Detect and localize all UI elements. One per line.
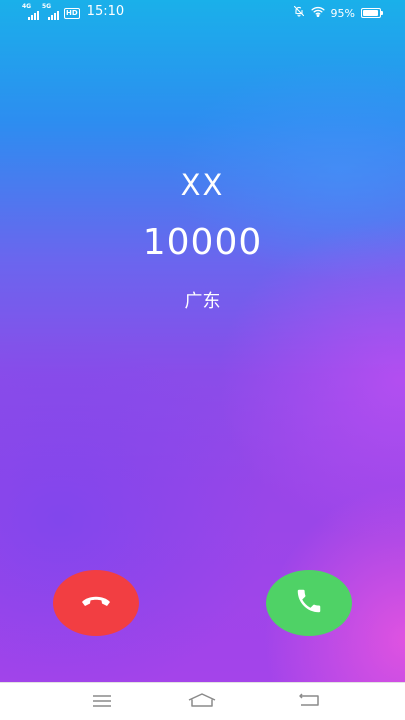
navigation-bar bbox=[0, 682, 405, 720]
status-right: 95% bbox=[293, 5, 383, 21]
decline-call-button[interactable] bbox=[53, 570, 139, 636]
sim2-signal-icon: 5G bbox=[42, 3, 59, 20]
home-nav-button[interactable] bbox=[188, 691, 216, 713]
incoming-call-screen: 4G 5G HD 15:10 95% XX 10000 广东 bbox=[0, 0, 405, 682]
sim1-signal-icon: 4G bbox=[22, 3, 39, 20]
hd-voice-icon: HD bbox=[64, 8, 80, 19]
phone-icon bbox=[294, 586, 324, 620]
menu-icon bbox=[92, 693, 112, 712]
menu-nav-button[interactable] bbox=[88, 691, 116, 713]
wifi-icon bbox=[311, 6, 325, 21]
bell-off-icon bbox=[293, 5, 305, 21]
sim2-network-label: 5G bbox=[42, 3, 52, 10]
caller-location: 广东 bbox=[184, 291, 221, 312]
status-bar: 4G 5G HD 15:10 95% bbox=[0, 0, 405, 26]
status-time: 15:10 bbox=[86, 4, 125, 19]
answer-call-button[interactable] bbox=[266, 570, 352, 636]
back-nav-button[interactable] bbox=[295, 691, 323, 713]
sim1-network-label: 4G bbox=[22, 3, 32, 10]
caller-name: XX bbox=[180, 168, 225, 202]
battery-icon bbox=[361, 8, 383, 18]
caller-number: 10000 bbox=[142, 222, 263, 263]
back-icon bbox=[298, 692, 320, 712]
home-icon bbox=[187, 692, 217, 712]
battery-percent: 95% bbox=[330, 6, 355, 20]
status-left: 4G 5G HD 15:10 bbox=[22, 4, 124, 20]
phone-hangup-icon bbox=[79, 591, 113, 615]
